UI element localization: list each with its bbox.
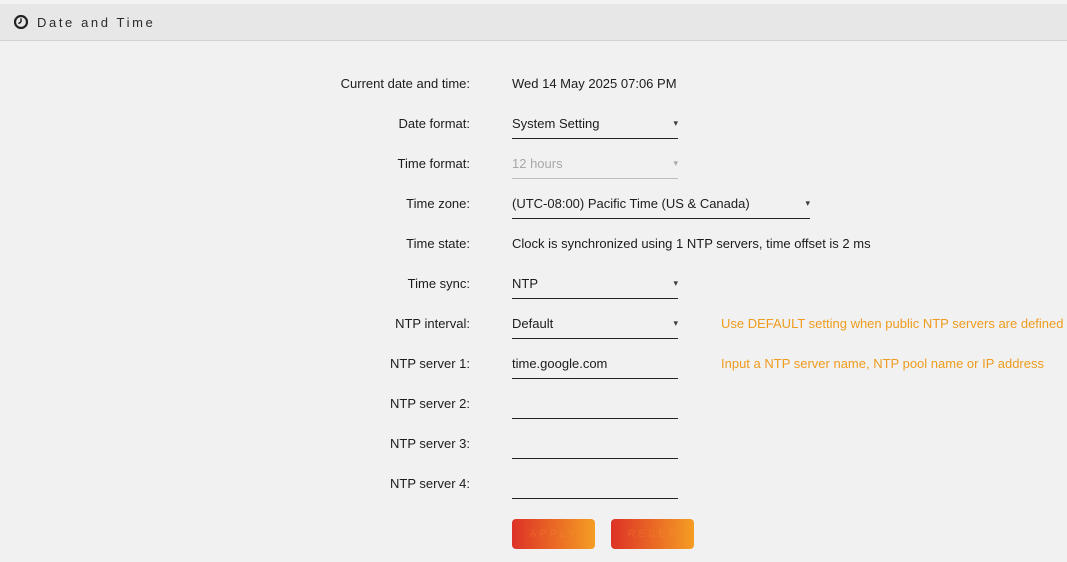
current-datetime-value: Wed 14 May 2025 07:06 PM [512, 76, 677, 91]
field-label: NTP server 4: [0, 476, 470, 491]
ntp-server-4-input[interactable] [512, 476, 678, 499]
field-label: NTP interval: [0, 316, 470, 331]
time-sync-selected: NTP [512, 276, 538, 291]
ntp-server-2-input[interactable] [512, 396, 678, 419]
time-zone-dropdown[interactable]: (UTC-08:00) Pacific Time (US & Canada) ▾ [512, 196, 810, 219]
date-time-form: Current date and time: Wed 14 May 2025 0… [0, 41, 1067, 549]
field-label: NTP server 3: [0, 436, 470, 451]
ntp-server-3-input[interactable] [512, 436, 678, 459]
button-row: APPLY RESET [512, 519, 1067, 549]
chevron-down-icon: ▾ [673, 278, 678, 289]
field-label: Time state: [0, 236, 470, 251]
row-ntp-server-2: NTP server 2: [0, 383, 1067, 423]
date-format-selected: System Setting [512, 116, 599, 131]
field-label: Time format: [0, 156, 470, 171]
row-time-sync: Time sync: NTP ▾ [0, 263, 1067, 303]
field-label: Time zone: [0, 196, 470, 211]
section-header: Date and Time [0, 4, 1067, 41]
row-ntp-server-3: NTP server 3: [0, 423, 1067, 463]
ntp-interval-dropdown[interactable]: Default ▾ [512, 316, 678, 339]
field-label: Current date and time: [0, 76, 470, 91]
field-label: Date format: [0, 116, 470, 131]
row-ntp-server-1: NTP server 1: Input a NTP server name, N… [0, 343, 1067, 383]
field-label: NTP server 2: [0, 396, 470, 411]
reset-button[interactable]: RESET [611, 519, 695, 549]
field-label: NTP server 1: [0, 356, 470, 371]
ntp-server-1-hint: Input a NTP server name, NTP pool name o… [721, 356, 1044, 371]
row-date-format: Date format: System Setting ▾ [0, 103, 1067, 143]
field-label: Time sync: [0, 276, 470, 291]
row-ntp-server-4: NTP server 4: [0, 463, 1067, 503]
row-time-zone: Time zone: (UTC-08:00) Pacific Time (US … [0, 183, 1067, 223]
chevron-down-icon: ▾ [673, 158, 678, 169]
ntp-interval-selected: Default [512, 316, 553, 331]
ntp-interval-hint: Use DEFAULT setting when public NTP serv… [721, 316, 1064, 331]
chevron-down-icon: ▾ [673, 118, 678, 129]
apply-button[interactable]: APPLY [512, 519, 595, 549]
chevron-down-icon: ▾ [805, 198, 810, 209]
apply-button-label: APPLY [514, 521, 593, 547]
row-current-datetime: Current date and time: Wed 14 May 2025 0… [0, 63, 1067, 103]
time-state-value: Clock is synchronized using 1 NTP server… [512, 236, 871, 251]
row-time-state: Time state: Clock is synchronized using … [0, 223, 1067, 263]
reset-button-label: RESET [613, 521, 693, 547]
ntp-server-1-input[interactable] [512, 356, 678, 379]
time-format-selected: 12 hours [512, 156, 563, 171]
time-sync-dropdown[interactable]: NTP ▾ [512, 276, 678, 299]
time-format-dropdown: 12 hours ▾ [512, 156, 678, 179]
date-format-dropdown[interactable]: System Setting ▾ [512, 116, 678, 139]
clock-icon [14, 15, 28, 29]
row-ntp-interval: NTP interval: Default ▾ Use DEFAULT sett… [0, 303, 1067, 343]
time-zone-selected: (UTC-08:00) Pacific Time (US & Canada) [512, 196, 750, 211]
page-title: Date and Time [37, 15, 155, 30]
chevron-down-icon: ▾ [673, 318, 678, 329]
row-time-format: Time format: 12 hours ▾ [0, 143, 1067, 183]
